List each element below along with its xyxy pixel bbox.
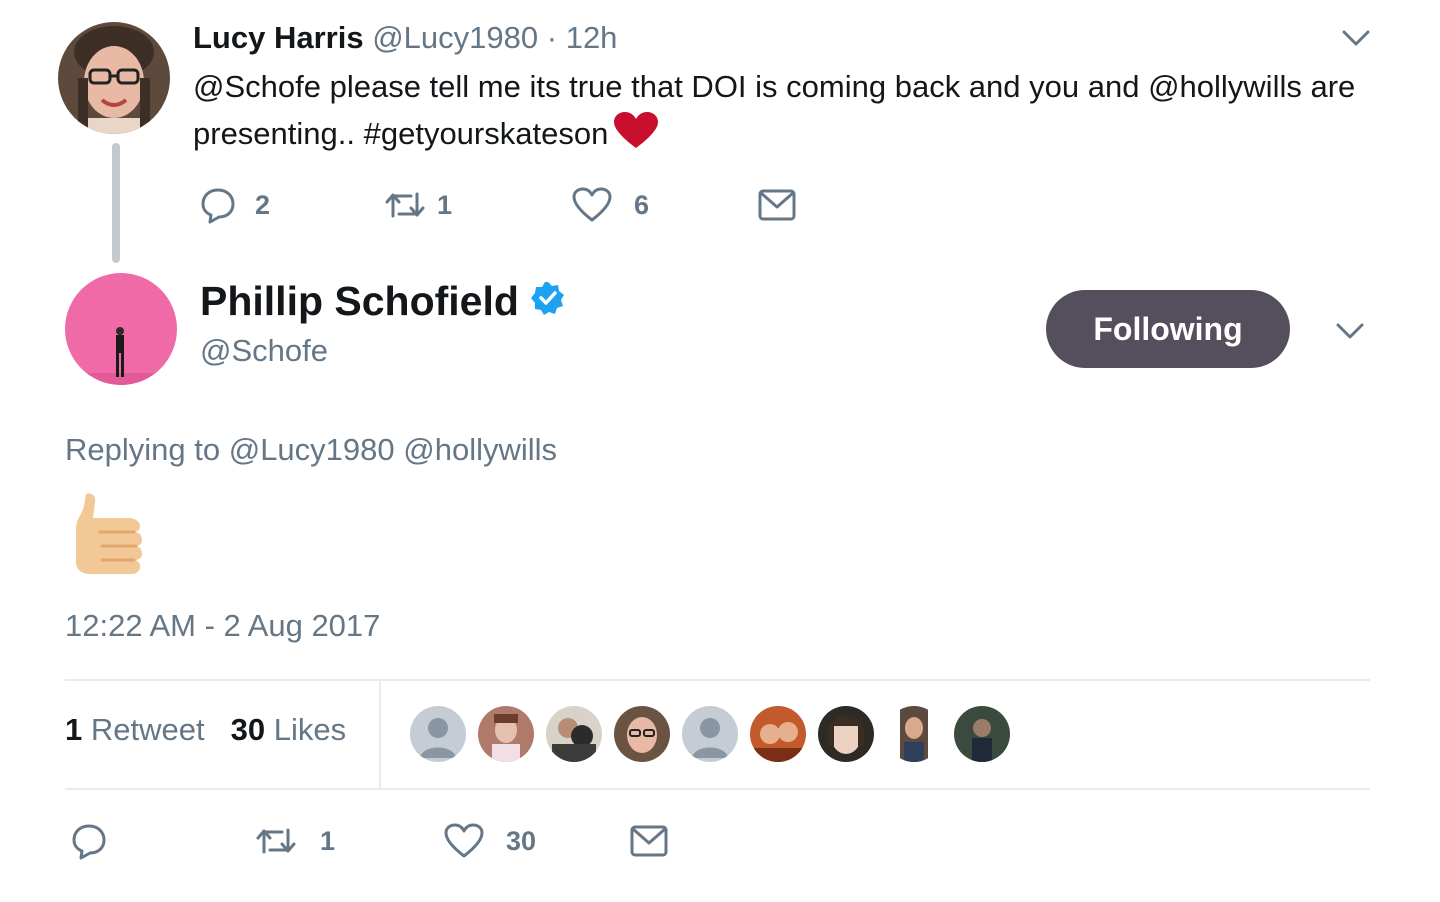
tweet-timestamp[interactable]: 12:22 AM - 2 Aug 2017 — [65, 608, 380, 644]
tweet-detail: Lucy Harris @Lucy1980 · 12h @Schofe plea… — [0, 0, 1440, 902]
thumbs-up-icon — [76, 493, 142, 574]
main-author-handle[interactable]: @Schofe — [200, 333, 328, 369]
time-separator: · — [546, 20, 558, 55]
engagement-stats: 1 Retweet 30 Likes — [65, 712, 346, 748]
liker-avatar[interactable] — [410, 706, 466, 762]
verified-badge-icon — [530, 278, 565, 325]
direct-message-action[interactable] — [758, 188, 796, 222]
chevron-down-icon[interactable] — [1340, 26, 1372, 50]
liker-avatars — [410, 706, 1022, 762]
reply-count: 2 — [255, 189, 271, 220]
heart-icon — [444, 823, 484, 858]
divider — [65, 788, 1370, 790]
like-count: 6 — [634, 189, 650, 220]
chevron-down-icon[interactable] — [1334, 319, 1366, 343]
liker-avatar[interactable] — [818, 706, 874, 762]
like-count: 30 — [506, 825, 537, 856]
liker-avatar[interactable] — [614, 706, 670, 762]
main-author-name[interactable]: Phillip Schofield — [200, 278, 519, 325]
liker-avatar[interactable] — [682, 706, 738, 762]
retweet-label: Retweet — [90, 712, 205, 747]
parent-author-handle[interactable]: @Lucy1980 — [372, 20, 538, 55]
envelope-icon — [758, 189, 796, 221]
liker-avatar[interactable] — [546, 706, 602, 762]
retweet-icon — [256, 828, 296, 854]
likes-stat[interactable]: 30 Likes — [231, 712, 346, 747]
direct-message-action[interactable] — [630, 824, 668, 858]
liker-avatar[interactable] — [750, 706, 806, 762]
like-action[interactable]: 30 — [444, 822, 536, 860]
following-button[interactable]: Following — [1046, 290, 1290, 368]
parent-time-ago[interactable]: 12h — [566, 20, 618, 55]
retweet-total: 1 — [65, 712, 83, 747]
thread-connector-line — [112, 143, 120, 263]
retweet-action[interactable]: 1 — [254, 822, 335, 860]
reply-action[interactable]: 2 — [199, 186, 270, 224]
phillip-avatar[interactable] — [65, 273, 177, 385]
reply-icon — [201, 188, 235, 224]
parent-author-name[interactable]: Lucy Harris — [193, 20, 364, 55]
liker-avatar[interactable] — [886, 706, 942, 762]
retweets-stat[interactable]: 1 Retweet — [65, 712, 205, 747]
liker-avatar[interactable] — [954, 706, 1010, 762]
parent-tweet-text: @Schofe please tell me its true that DOI… — [193, 63, 1383, 163]
parent-tweet-header: Lucy Harris @Lucy1980 · 12h — [193, 18, 617, 58]
lucy-avatar[interactable] — [58, 22, 170, 134]
replying-to-line: Replying to @Lucy1980 @hollywills — [65, 432, 557, 468]
retweet-count: 1 — [320, 825, 336, 856]
divider — [65, 679, 1370, 681]
retweet-count: 1 — [437, 189, 453, 220]
main-author-name-row: Phillip Schofield — [200, 278, 565, 325]
retweet-action[interactable]: 1 — [383, 186, 452, 224]
retweet-icon — [385, 192, 425, 218]
stats-divider — [379, 680, 381, 788]
heart-icon — [572, 187, 612, 222]
like-total: 30 — [230, 712, 266, 747]
red-heart-icon — [614, 112, 659, 163]
liker-avatar[interactable] — [478, 706, 534, 762]
replying-to-label: Replying to — [65, 432, 221, 467]
reply-action[interactable] — [70, 822, 108, 860]
parent-tweet-body: @Schofe please tell me its true that DOI… — [193, 69, 1356, 151]
envelope-icon — [630, 825, 668, 857]
replying-to-mentions[interactable]: @Lucy1980 @hollywills — [229, 432, 557, 467]
like-action[interactable]: 6 — [572, 186, 649, 224]
like-label: Likes — [273, 712, 347, 747]
reply-icon — [72, 824, 106, 860]
